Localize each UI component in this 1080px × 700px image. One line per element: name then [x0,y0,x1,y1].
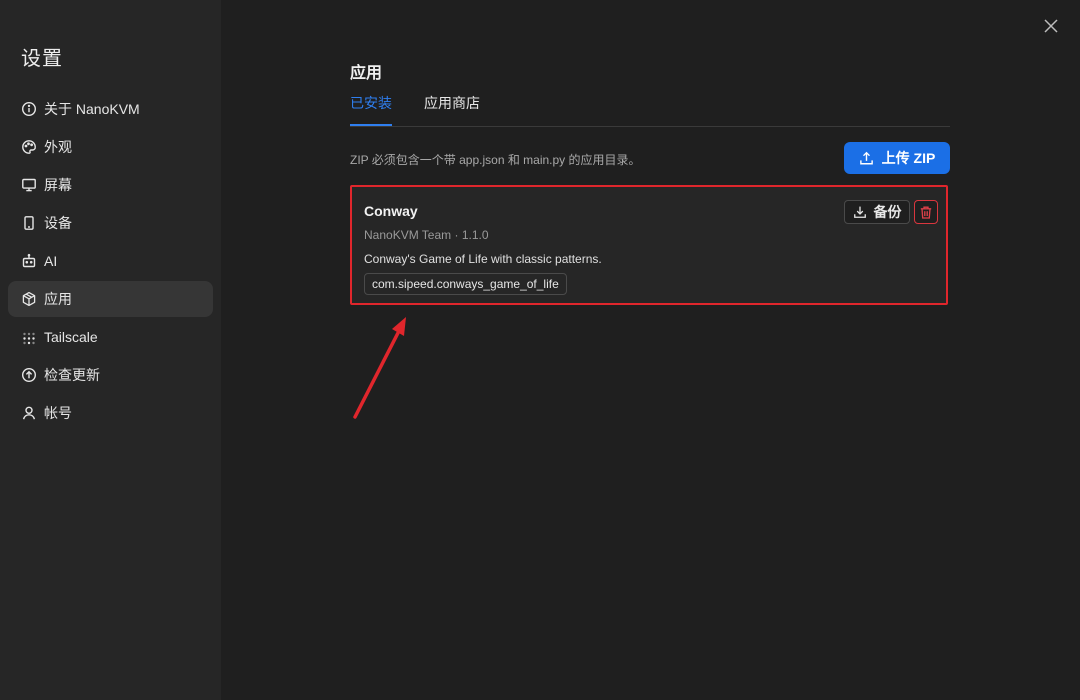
sidebar-item-ai[interactable]: AI [8,243,213,279]
sidebar-item-label: 帐号 [44,405,72,421]
package-icon [21,291,37,307]
tab-installed[interactable]: 已安装 [350,92,392,126]
sidebar-item-label: 应用 [44,291,72,307]
sidebar-item-screen[interactable]: 屏幕 [8,167,213,203]
update-icon [21,367,37,383]
palette-icon [21,139,37,155]
user-icon [21,405,37,421]
robot-icon [21,253,37,269]
tailscale-icon [21,329,37,345]
info-icon [21,101,37,117]
sidebar-item-apps[interactable]: 应用 [8,281,213,317]
upload-zip-button[interactable]: 上传 ZIP [844,142,950,174]
close-icon [1044,18,1058,38]
download-icon [853,205,874,219]
sidebar-item-check-update[interactable]: 检查更新 [8,357,213,393]
monitor-icon [21,177,37,193]
trash-icon [920,206,932,219]
upload-icon [859,151,882,166]
sidebar-nav: 关于 NanoKVM 外观 屏幕 设备 AI 应用 Tailscale 检查更新… [8,91,213,433]
sidebar-item-label: 关于 NanoKVM [44,101,140,117]
device-icon [21,215,37,231]
app-meta: NanoKVM Team · 1.1.0 [364,228,489,242]
delete-button[interactable] [914,200,938,224]
page-title: 应用 [350,65,383,82]
backup-label: 备份 [873,204,902,220]
upload-zip-label: 上传 ZIP [881,150,936,166]
sidebar-item-appearance[interactable]: 外观 [8,129,213,165]
sidebar-item-about[interactable]: 关于 NanoKVM [8,91,213,127]
sidebar-item-label: 设备 [44,215,72,231]
sidebar: 设置 关于 NanoKVM 外观 屏幕 设备 AI 应用 Tailscale 检… [0,0,221,700]
sidebar-item-label: Tailscale [44,329,98,345]
annotation-arrow [340,305,420,430]
upload-hint: ZIP 必须包含一个带 app.json 和 main.py 的应用目录。 [350,153,641,167]
close-button[interactable] [1042,18,1060,38]
sidebar-item-device[interactable]: 设备 [8,205,213,241]
backup-button[interactable]: 备份 [844,200,910,224]
app-id-tag: com.sipeed.conways_game_of_life [364,273,567,295]
sidebar-title: 设置 [21,48,63,70]
app-name: Conway [364,203,418,219]
sidebar-item-label: 屏幕 [44,177,72,193]
sidebar-item-tailscale[interactable]: Tailscale [8,319,213,355]
app-card: Conway NanoKVM Team · 1.1.0 Conway's Gam… [350,185,948,305]
sidebar-item-account[interactable]: 帐号 [8,395,213,431]
sidebar-item-label: 检查更新 [44,367,100,383]
tab-bar: 已安装 应用商店 [350,92,950,127]
tab-app-store[interactable]: 应用商店 [424,92,480,125]
sidebar-item-label: AI [44,253,58,269]
app-description: Conway's Game of Life with classic patte… [364,252,602,266]
sidebar-item-label: 外观 [44,139,72,155]
